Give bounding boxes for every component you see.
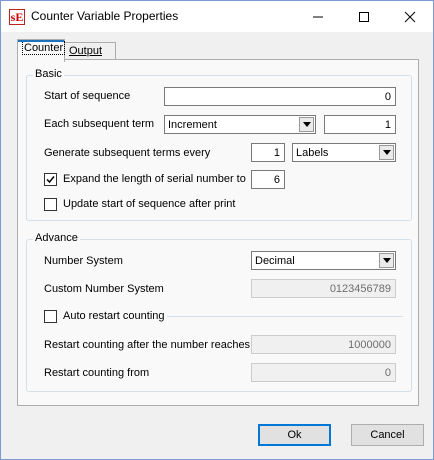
start-label: Start of sequence: [44, 90, 131, 102]
generate-unit-select[interactable]: Labels: [292, 143, 396, 162]
title-bar: sE Counter Variable Properties: [1, 1, 433, 32]
checkmark-icon: [46, 176, 55, 184]
tab-panel: Basic Start of sequence 0 Each subsequen…: [17, 59, 419, 406]
number-system-label: Number System: [44, 255, 123, 267]
each-step-input[interactable]: 1: [324, 115, 396, 134]
generate-every-input[interactable]: 1: [251, 143, 285, 162]
tab-counter-label: Counter: [22, 41, 66, 55]
custom-number-system-label: Custom Number System: [44, 283, 164, 295]
auto-restart-separator: [167, 316, 403, 317]
generate-unit-dropdown-button[interactable]: [379, 145, 394, 160]
maximize-icon: [359, 12, 369, 22]
number-system-select[interactable]: Decimal: [251, 251, 396, 270]
expand-length-label: Expand the length of serial number to: [63, 173, 246, 185]
tab-output-label: Output: [69, 45, 103, 57]
tab-counter[interactable]: Counter: [17, 39, 66, 62]
chevron-down-icon: [303, 122, 311, 127]
ok-button[interactable]: Ok: [258, 424, 331, 446]
app-icon: sE: [9, 9, 25, 25]
each-mode-select[interactable]: Increment: [164, 115, 316, 134]
generate-label: Generate subsequent terms every: [44, 147, 211, 159]
advance-group-title: Advance: [33, 232, 80, 244]
expand-length-checkbox[interactable]: [44, 173, 57, 186]
auto-restart-label: Auto restart counting: [63, 310, 165, 322]
number-system-value: Decimal: [255, 255, 295, 267]
restart-after-label: Restart counting after the number reache…: [44, 339, 251, 351]
generate-unit-value: Labels: [296, 147, 329, 159]
basic-group: Basic Start of sequence 0 Each subsequen…: [26, 68, 412, 221]
restart-from-input[interactable]: 0: [251, 363, 396, 382]
close-icon: [404, 11, 416, 23]
close-button[interactable]: [387, 1, 433, 32]
number-system-dropdown-button[interactable]: [379, 253, 394, 268]
expand-length-input[interactable]: 6: [251, 170, 285, 189]
restart-from-label: Restart counting from: [44, 367, 150, 379]
custom-number-system-input[interactable]: 0123456789: [251, 279, 396, 298]
update-start-label: Update start of sequence after print: [63, 198, 236, 210]
start-input[interactable]: 0: [164, 87, 396, 106]
chevron-down-icon: [383, 258, 391, 263]
cancel-button[interactable]: Cancel: [351, 424, 424, 446]
basic-group-title: Basic: [33, 68, 64, 80]
maximize-button[interactable]: [341, 1, 387, 32]
advance-group: Advance Number System Decimal Custom Num…: [26, 232, 412, 392]
update-start-checkbox[interactable]: [44, 198, 57, 211]
each-subsequent-label: Each subsequent term: [44, 118, 155, 130]
each-mode-dropdown-button[interactable]: [299, 117, 314, 132]
auto-restart-checkbox[interactable]: [44, 310, 57, 323]
each-mode-value: Increment: [168, 119, 217, 131]
active-tab-accent: [18, 40, 64, 42]
chevron-down-icon: [383, 150, 391, 155]
window-title: Counter Variable Properties: [31, 9, 179, 23]
restart-after-input[interactable]: 1000000: [251, 335, 396, 354]
minimize-button[interactable]: [295, 1, 341, 32]
dialog-window: sE Counter Variable Properties Counter O…: [0, 0, 434, 460]
minimize-icon: [313, 16, 323, 18]
